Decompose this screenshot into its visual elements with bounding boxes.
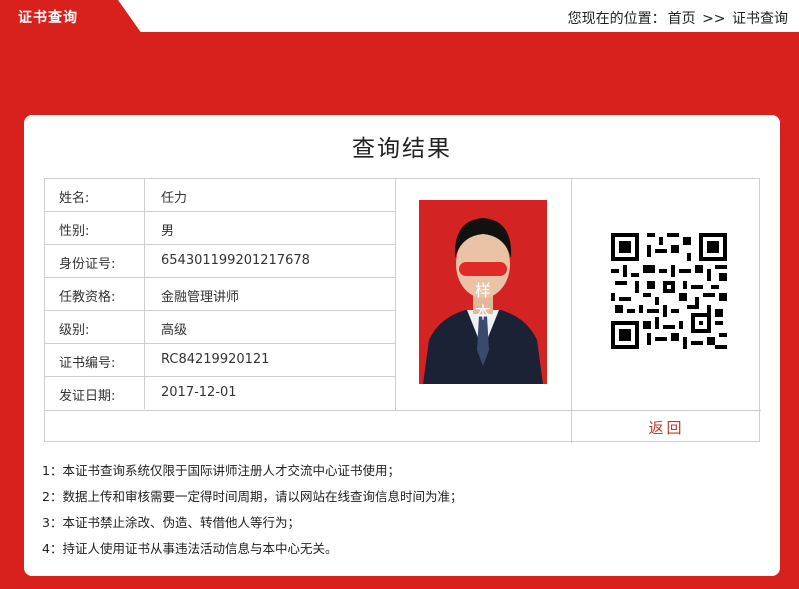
field-label: 任教资格: <box>45 278 145 310</box>
field-row-qualification: 任教资格: 金融管理讲师 <box>45 278 395 311</box>
field-row-level: 级别: 高级 <box>45 311 395 344</box>
breadcrumb-home-link[interactable]: 首页 <box>668 11 696 27</box>
breadcrumb-separator: >> <box>702 11 726 27</box>
field-label: 发证日期: <box>45 377 145 409</box>
page-title: 查询结果 <box>352 136 452 162</box>
field-label: 身份证号: <box>45 245 145 277</box>
field-value: 654301199201217678 <box>161 253 310 268</box>
field-value: 2017-12-01 <box>161 385 237 400</box>
breadcrumb-prefix: 您现在的位置： <box>567 11 666 27</box>
back-button[interactable]: 返回 <box>572 411 761 443</box>
field-row-issue-date: 发证日期: 2017-12-01 <box>45 377 395 410</box>
field-value: 任力 <box>161 191 188 206</box>
breadcrumb-current: 证书查询 <box>732 11 788 27</box>
field-value: 男 <box>161 224 175 239</box>
certificate-table: 姓名: 任力 性别: 男 身份证号: 654301199201217678 任教… <box>44 178 761 443</box>
breadcrumb: 您现在的位置： 首页 >> 证书查询 <box>567 8 789 28</box>
id-photo: 样 本 <box>419 200 547 384</box>
divider <box>571 179 572 443</box>
field-value: 金融管理讲师 <box>161 290 240 305</box>
section-tab: 证书查询 <box>0 0 142 34</box>
tab-title: 证书查询 <box>18 10 78 26</box>
sample-stamp-line2: 本 <box>474 303 491 322</box>
note-item: 3：本证书禁止涂改、伪造、转借他人等行为； <box>42 515 300 530</box>
field-row-certificate-number: 证书编号: RC84219920121 <box>45 344 395 377</box>
top-bar: 证书查询 您现在的位置： 首页 >> 证书查询 <box>0 0 799 34</box>
divider <box>395 179 396 410</box>
sample-watermark: 样 本 <box>459 280 507 330</box>
field-value: 高级 <box>161 323 188 338</box>
field-row-gender: 性别: 男 <box>45 212 395 245</box>
field-label: 性别: <box>45 212 145 244</box>
qr-code-icon <box>611 233 727 349</box>
qr-code <box>611 233 727 349</box>
field-row-id-number: 身份证号: 654301199201217678 <box>45 245 395 278</box>
note-item: 2：数据上传和审核需要一定得时间周期，请以网站在线查询信息时间为准； <box>42 489 463 504</box>
note-item: 4：持证人使用证书从事违法活动信息与本中心无关。 <box>42 541 338 556</box>
field-label: 级别: <box>45 311 145 343</box>
field-label: 证书编号: <box>45 344 145 376</box>
field-row-name: 姓名: 任力 <box>45 179 395 212</box>
sample-stamp-line1: 样 <box>474 281 491 300</box>
field-label: 姓名: <box>45 179 145 211</box>
field-value: RC84219920121 <box>161 352 270 367</box>
note-item: 1：本证书查询系统仅限于国际讲师注册人才交流中心证书使用； <box>42 463 400 478</box>
notes-list: 1：本证书查询系统仅限于国际讲师注册人才交流中心证书使用； 2：数据上传和审核需… <box>42 458 762 562</box>
